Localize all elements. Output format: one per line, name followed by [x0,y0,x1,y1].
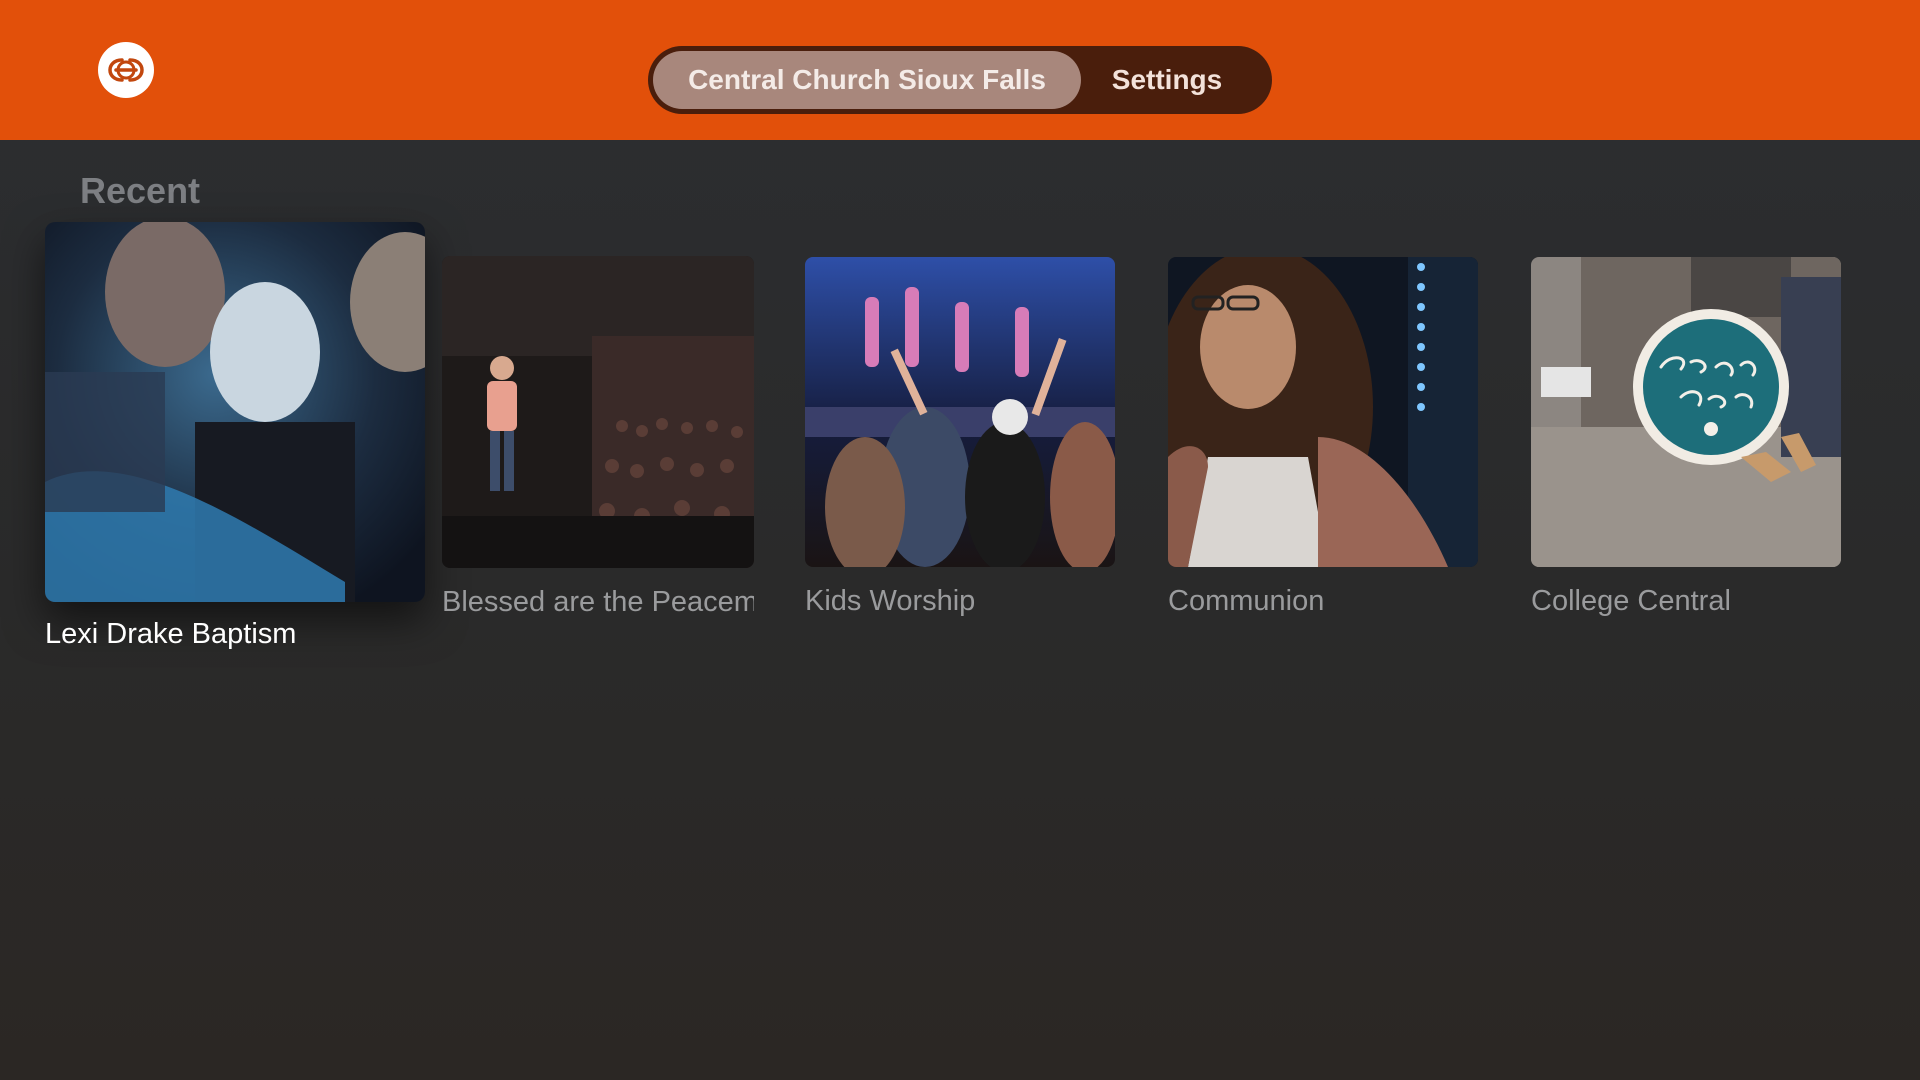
video-card-lexi-drake-baptism[interactable]: Lexi Drake Baptism [45,222,425,662]
video-title: College Central [1531,585,1731,617]
tab-settings[interactable]: Settings [1081,51,1253,109]
church-logo-icon [98,42,154,98]
tab-central-church-sioux-falls[interactable]: Central Church Sioux Falls [653,51,1081,109]
video-card-communion[interactable]: Communion [1168,257,1478,627]
video-card-blessed-are-the-peacemakers[interactable]: Blessed are the Peacemakers [442,256,754,626]
section-title-recent: Recent [80,170,201,211]
video-title: Blessed are the Peacemakers [442,586,754,618]
video-thumbnail [45,222,425,602]
video-card-kids-worship[interactable]: Kids Worship [805,257,1115,627]
video-thumbnail [1531,257,1841,567]
tab-bar: Central Church Sioux Falls Settings [648,46,1272,114]
video-title: Lexi Drake Baptism [45,618,297,650]
video-thumbnail [805,257,1115,567]
video-thumbnail [1168,257,1478,567]
video-thumbnail [442,256,754,568]
top-navigation-bar: Central Church Sioux Falls Settings [0,0,1920,140]
video-title: Communion [1168,585,1325,617]
video-card-college-central[interactable]: College Central [1531,257,1841,627]
video-title: Kids Worship [805,585,976,617]
